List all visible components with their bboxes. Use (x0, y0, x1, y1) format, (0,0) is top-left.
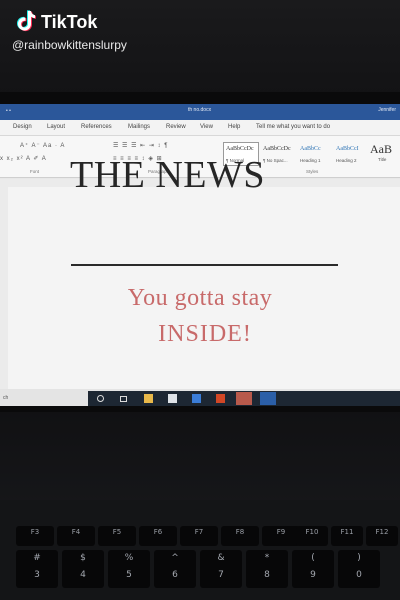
key-f6[interactable]: F6 (139, 526, 177, 546)
document-title: th no.docx (188, 107, 212, 113)
key-4[interactable]: $4 (62, 550, 104, 588)
key-digit: 9 (310, 570, 316, 580)
key-symbol: & (217, 553, 225, 563)
style-sample: AaBbCc (300, 146, 321, 152)
tab-view[interactable]: View (200, 124, 213, 130)
key-digit: 7 (218, 570, 224, 580)
style-sample: AaBbCcDc (263, 146, 291, 152)
paragraph-tools-row-1[interactable]: ☰ ☰ ☰ ⇤ ⇥ ↕ ¶ (113, 142, 168, 149)
key-symbol: ) (357, 553, 361, 563)
key-digit: 5 (126, 570, 132, 580)
key-5[interactable]: % 5 (108, 550, 150, 588)
key-label: F11 (340, 528, 354, 536)
key-f3[interactable]: F3 (16, 526, 54, 546)
font-tools-row-2[interactable]: x x₂ x² A ✐ A (0, 155, 47, 162)
user-name[interactable]: Jennifer (378, 107, 396, 113)
headline-underline (71, 264, 338, 266)
styles-group-label: Styles (306, 169, 319, 174)
key-digit: 6 (172, 570, 178, 580)
key-digit: 4 (80, 570, 86, 580)
key-f7[interactable]: F7 (180, 526, 218, 546)
style-heading-1[interactable]: AaBbCc Heading 1 (297, 142, 332, 166)
style-title-name: Title (378, 157, 387, 162)
key-7[interactable]: & 7 (200, 550, 242, 588)
key-label: F3 (30, 528, 40, 536)
creator-handle: @rainbowkittenslurpy (12, 38, 127, 52)
windows-taskbar (88, 391, 400, 406)
tab-mailings[interactable]: Mailings (128, 124, 150, 130)
laptop-keyboard: F3 F4 F5 F6 F7 F8 F9 F10 F11 F12 #3 $4 %… (0, 500, 400, 600)
store-icon[interactable] (168, 394, 177, 403)
style-title-sample[interactable]: AaB (370, 142, 392, 157)
word-taskbar-icon[interactable] (236, 392, 252, 405)
app-taskbar-icon[interactable] (260, 392, 276, 405)
style-heading-2[interactable]: AaBbCcI Heading 2 (333, 142, 369, 166)
key-symbol: % (124, 553, 134, 563)
body-line-2: INSIDE! (158, 321, 252, 347)
tab-review[interactable]: Review (166, 124, 186, 130)
quick-access-toolbar[interactable]: • • (6, 108, 11, 114)
style-name: Heading 1 (300, 158, 321, 163)
tab-layout[interactable]: Layout (47, 124, 65, 130)
key-symbol: ^ (171, 553, 179, 563)
ribbon-tab-bar: Design Layout References Mailings Review… (0, 120, 400, 136)
key-f9[interactable]: F9 (262, 526, 300, 546)
tiktok-note-icon (17, 10, 36, 32)
style-name: Heading 2 (336, 158, 357, 163)
file-explorer-icon[interactable] (144, 394, 153, 403)
key-label: F7 (194, 528, 204, 536)
key-f10[interactable]: F10 (296, 526, 328, 546)
key-digit: 8 (264, 570, 270, 580)
key-8[interactable]: * 8 (246, 550, 288, 588)
key-label: F6 (153, 528, 163, 536)
key-6[interactable]: ^ 6 (154, 550, 196, 588)
key-label: F10 (305, 528, 319, 536)
font-group-label: Font (30, 169, 40, 174)
key-f5[interactable]: F5 (98, 526, 136, 546)
tab-design[interactable]: Design (13, 124, 32, 130)
key-symbol: * (264, 553, 270, 563)
tab-references[interactable]: References (81, 124, 112, 130)
style-sample: AaBbCcDc (226, 146, 254, 152)
key-f8[interactable]: F8 (221, 526, 259, 546)
style-sample: AaBbCcI (336, 146, 359, 152)
key-digit: 0 (356, 570, 362, 580)
key-f4[interactable]: F4 (57, 526, 95, 546)
style-no-spacing[interactable]: AaBbCcDc ¶ No Spac... (260, 142, 296, 166)
laptop-screen: • • th no.docx Jennifer Design Layout Re… (0, 104, 400, 406)
key-0[interactable]: ) 0 (338, 550, 380, 588)
tab-help[interactable]: Help (228, 124, 240, 130)
tell-me-search[interactable]: Tell me what you want to do (256, 124, 330, 130)
key-label: F12 (375, 528, 389, 536)
style-name: ¶ No Spac... (263, 158, 288, 163)
word-title-bar: • • th no.docx Jennifer (0, 104, 400, 120)
key-f12[interactable]: F12 (366, 526, 398, 546)
headline: THE NEWS (70, 154, 266, 196)
key-f11[interactable]: F11 (331, 526, 363, 546)
mail-icon[interactable] (192, 394, 201, 403)
key-3[interactable]: #3 (16, 550, 58, 588)
key-symbol: # (33, 553, 41, 563)
cortana-icon[interactable] (97, 395, 104, 402)
font-tools-row-1[interactable]: A⁺ A⁻ Aa · A (20, 142, 65, 149)
body-line-1: You gotta stay (127, 285, 273, 311)
key-label: F4 (71, 528, 81, 536)
key-symbol: $ (80, 553, 86, 563)
key-label: F9 (276, 528, 286, 536)
key-digit: 3 (34, 570, 40, 580)
key-9[interactable]: (9 (292, 550, 334, 588)
document-canvas (0, 179, 400, 389)
task-view-icon[interactable] (120, 396, 127, 402)
powerpoint-icon[interactable] (216, 394, 225, 403)
key-label: F8 (235, 528, 245, 536)
key-symbol: ( (311, 553, 315, 563)
status-text: ch (3, 395, 9, 401)
tiktok-wordmark: TikTok (41, 12, 98, 32)
key-label: F5 (112, 528, 122, 536)
